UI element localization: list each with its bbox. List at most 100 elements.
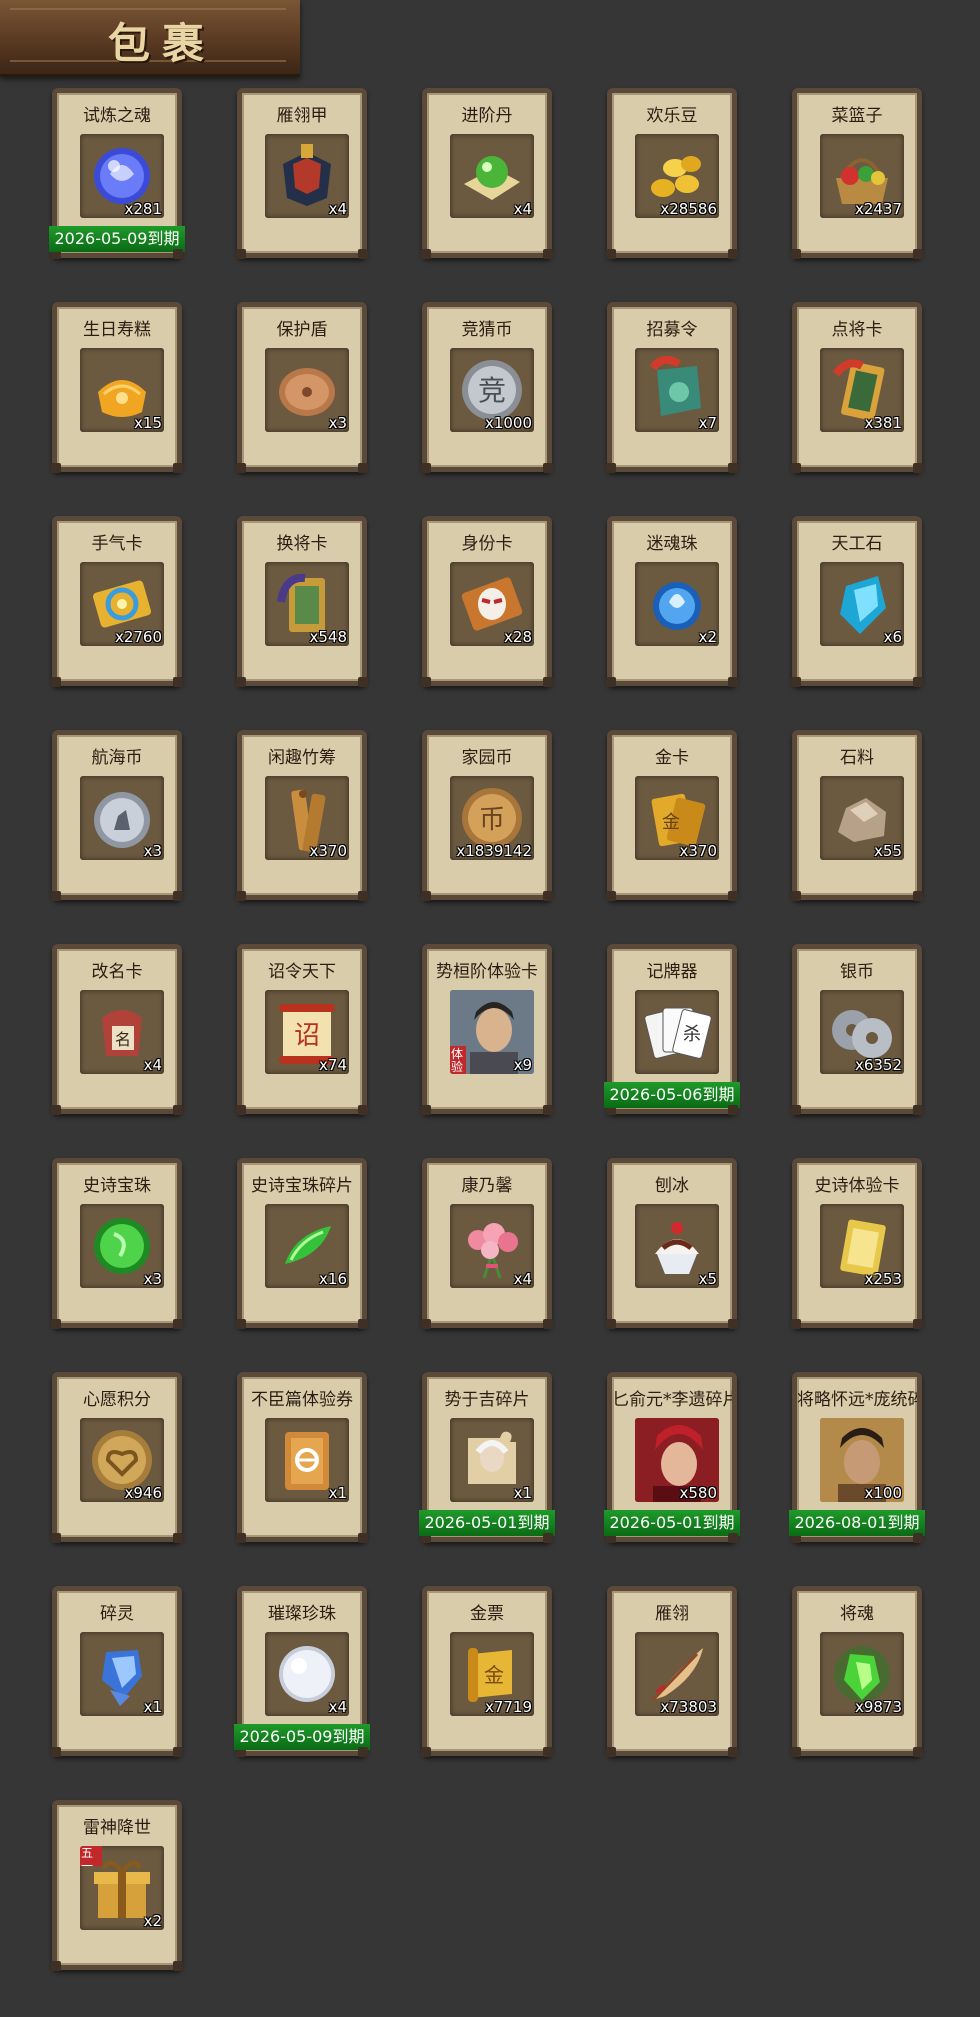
item-card[interactable]: 生日寿糕 x15 [51,302,183,473]
item-card[interactable]: 史诗体验卡 x253 [791,1158,923,1329]
item-card[interactable]: 雁翎 x73803 [606,1586,738,1757]
item-card[interactable]: 闲趣竹筹 x370 [236,730,368,901]
item-card[interactable]: 记牌器杀 2026-05-06到期 [604,944,740,1115]
item-card[interactable]: 金票金 x7719 [421,1586,553,1757]
gold-ticket-icon: x253 [820,1204,904,1288]
item-count: x7719 [484,1698,532,1716]
item-card[interactable]: 将魂 x9873 [791,1586,923,1757]
green-orb-icon: x3 [80,1204,164,1288]
item-card[interactable]: 手气卡 x2760 [51,516,183,687]
item-card[interactable]: 银币 x6352 [791,944,923,1115]
item-count: x370 [679,842,717,860]
item-count: x5 [698,1270,717,1288]
item-card[interactable]: 菜篮子 x2437 [791,88,923,259]
item-name: 石料 [840,748,874,768]
item-card[interactable]: 势于吉碎片 x1 2026-05-01到期 [419,1372,555,1543]
item-card[interactable]: 改名卡名 x4 [51,944,183,1115]
item-count: x28 [504,628,532,646]
item-card[interactable]: 刨冰 x5 [606,1158,738,1329]
item-name: 心愿积分 [83,1390,151,1410]
item-card[interactable]: 璀璨珍珠 x4 2026-05-09到期 [234,1586,370,1757]
item-card[interactable]: 将略怀远*庞统碎片 x100 2026-08-01到期 [789,1372,925,1543]
item-name: 进阶丹 [461,106,513,126]
item-name: 诏令天下 [268,962,336,982]
item-card[interactable]: 诏令天下诏 x74 [236,944,368,1115]
hero-portrait-icon: 体验 x9 [450,990,534,1074]
item-name: 菜篮子 [831,106,883,126]
item-card[interactable]: 竞猜币竞 x1000 [421,302,553,473]
item-card[interactable]: 史诗宝珠碎片 x16 [236,1158,368,1329]
item-name: 试炼之魂 [83,106,151,126]
item-count: x74 [319,1056,347,1074]
item-count: x370 [309,842,347,860]
item-name: 欢乐豆 [646,106,698,126]
item-card[interactable]: 不臣篇体验券 x1 [236,1372,368,1543]
item-count: x2 [698,628,717,646]
item-name: 换将卡 [276,534,328,554]
item-card[interactable]: 匕俞元*李遗碎片 x580 2026-05-01到期 [604,1372,740,1543]
expiry-banner: 2026-05-09到期 [234,1724,370,1750]
page-title: 包裹 [108,19,217,68]
item-card[interactable]: 家园币币 x1839142 [421,730,553,901]
item-count: x73803 [660,1698,717,1716]
blue-flame-orb-icon: x2 [635,562,719,646]
silver-coin-icon: 竞 x1000 [450,348,534,432]
item-name: 招募令 [646,320,698,340]
item-name: 雁翎 [655,1604,689,1624]
item-card[interactable]: 身份卡 x28 [421,516,553,687]
item-card[interactable]: 换将卡 x548 [236,516,368,687]
item-card[interactable]: 康乃馨 x4 [421,1158,553,1329]
item-card[interactable]: 保护盾 x3 [236,302,368,473]
home-coin-icon: 币 x1839142 [450,776,534,860]
item-count: x946 [124,1484,162,1502]
item-card[interactable]: 碎灵 x1 [51,1586,183,1757]
item-name: 记牌器 [646,962,698,982]
item-card[interactable]: 心愿积分 x946 [51,1372,183,1543]
item-card[interactable]: 迷魂珠 x2 [606,516,738,687]
item-count: x15 [134,414,162,432]
item-name: 金卡 [655,748,689,768]
item-card[interactable]: 进阶丹 x4 [421,88,553,259]
svg-text:杀: 杀 [683,1024,701,1045]
item-name: 航海币 [91,748,143,768]
item-name: 改名卡 [91,962,143,982]
item-count: x7 [698,414,717,432]
item-card[interactable]: 史诗宝珠 x3 [51,1158,183,1329]
item-card[interactable]: 招募令 x7 [606,302,738,473]
item-name: 手气卡 [91,534,143,554]
item-card[interactable]: 金卡金 x370 [606,730,738,901]
expiry-banner: 2026-05-01到期 [419,1510,555,1536]
item-name: 史诗体验卡 [814,1176,900,1196]
item-card[interactable]: 点将卡 x381 [791,302,923,473]
silver-coins-icon: x6352 [820,990,904,1074]
item-name: 点将卡 [831,320,883,340]
item-name: 匕俞元*李遗碎片 [612,1390,732,1410]
item-card[interactable]: 势桓阶体验卡 体验 x9 [421,944,553,1115]
expiry-banner: 2026-05-06到期 [604,1082,740,1108]
item-name: 闲趣竹筹 [268,748,336,768]
item-card[interactable]: 雁翎甲 x4 [236,88,368,259]
shaved-ice-icon: x5 [635,1204,719,1288]
general-card-icon: x381 [820,348,904,432]
red-hero-portrait-icon: x580 [635,1418,719,1502]
coupon-icon: x1 [265,1418,349,1502]
item-count: x3 [143,1270,162,1288]
item-badge: 体验 [451,1047,464,1074]
item-card[interactable]: 欢乐豆 x28586 [606,88,738,259]
item-name: 家园币 [461,748,513,768]
carnation-icon: x4 [450,1204,534,1288]
item-card[interactable]: 石料 x55 [791,730,923,901]
pearl-icon: x4 [265,1632,349,1716]
svg-text:名: 名 [115,1030,131,1049]
item-count: x2760 [114,628,162,646]
item-name: 史诗宝珠碎片 [251,1176,353,1196]
item-card[interactable]: 雷神降世 五一 x2 [51,1800,183,1971]
item-card[interactable]: 试炼之魂 x281 2026-05-09到期 [49,88,185,259]
item-name: 璀璨珍珠 [268,1604,336,1624]
item-count: x3 [143,842,162,860]
item-card[interactable]: 天工石 x6 [791,516,923,687]
gold-ticket-scroll-icon: 金 x7719 [450,1632,534,1716]
item-card[interactable]: 航海币 x3 [51,730,183,901]
item-count: x6352 [854,1056,902,1074]
heart-coin-icon: x946 [80,1418,164,1502]
